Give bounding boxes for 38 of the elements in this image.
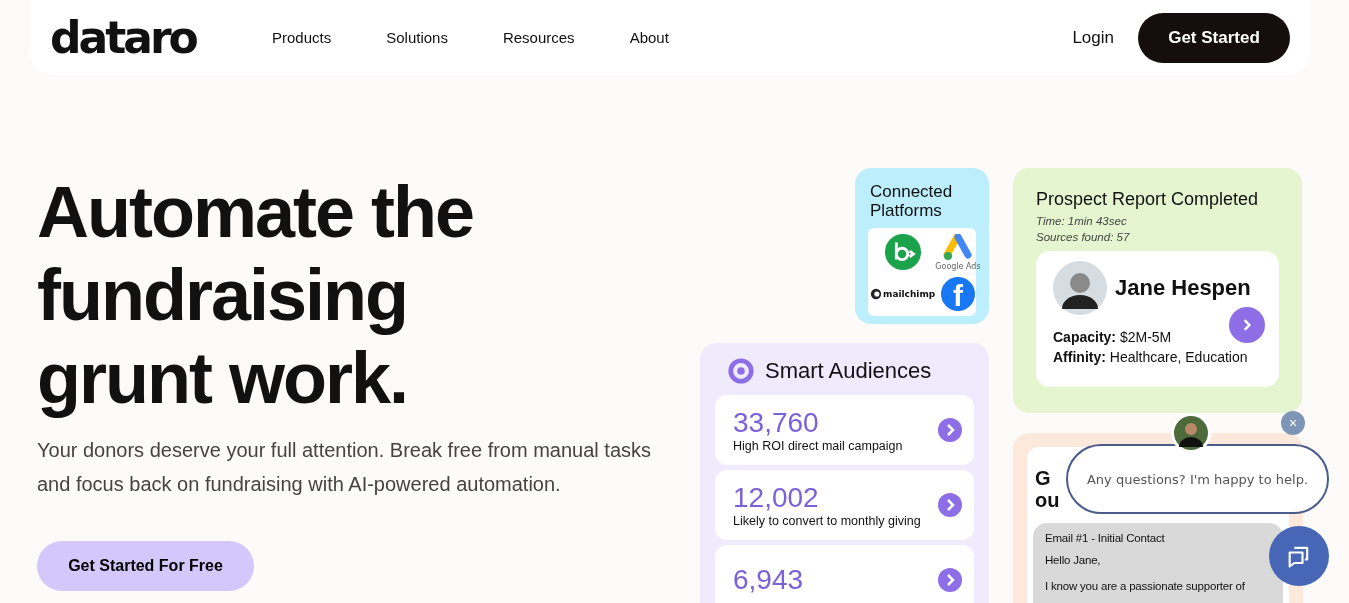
card-title: ou: [1035, 489, 1060, 511]
audience-row[interactable]: 6,943: [715, 545, 974, 603]
report-sources: Sources found: 57: [1036, 230, 1131, 245]
card-title: Smart Audiences: [765, 358, 932, 384]
card-title: G: [1035, 467, 1051, 489]
audience-label: High ROI direct mail campaign: [733, 439, 904, 453]
get-started-free-button[interactable]: Get Started For Free: [37, 541, 254, 591]
audience-count: 33,760: [733, 407, 820, 439]
logo-caption: Google Ads: [935, 261, 981, 271]
hero-heading: Automate the: [37, 171, 475, 254]
logo-wordmark: mailchimp: [883, 289, 936, 299]
audience-count: 6,943: [733, 564, 805, 596]
report-time: Time: 1min 43sec: [1036, 214, 1128, 229]
audience-label: Likely to convert to monthly giving: [733, 514, 922, 528]
nav-link[interactable]: About: [629, 29, 669, 46]
prospect-detail: Affinity: Healthcare, Education: [1053, 348, 1249, 367]
email-subject: Email #1 - Initial Contact: [1045, 531, 1166, 545]
card-title: Prospect Report Completed: [1036, 189, 1260, 210]
audience-count: 12,002: [733, 482, 820, 514]
login-link[interactable]: Login: [1072, 27, 1114, 48]
card-title: Connected Platforms: [870, 182, 954, 220]
nav-link[interactable]: Solutions: [386, 29, 448, 46]
hero-heading: fundraising: [37, 254, 408, 337]
chat-bubble[interactable]: Any questions? I'm happy to help.: [1066, 444, 1329, 514]
nav-link[interactable]: Products: [272, 29, 332, 46]
get-started-button[interactable]: Get Started: [1138, 12, 1290, 63]
hero-subtitle: Your donors deserve your full attention. Break free from manual tasks and focus back on fundraising with AI-powered automation.: [37, 438, 653, 497]
nav-link[interactable]: Resources: [502, 29, 575, 46]
hero-heading: grunt work.: [37, 337, 408, 420]
email-body: I know you are a passionate supporter of: [1045, 579, 1246, 594]
prospect-detail: Capacity: $2M-5M: [1053, 328, 1173, 347]
logo[interactable]: dataro: [50, 15, 250, 60]
prospect-name: Jane Hespen: [1115, 275, 1251, 301]
audience-row[interactable]: 12,002 Likely to convert to monthly giving: [715, 470, 974, 540]
audience-row[interactable]: 33,760 High ROI direct mail campaign: [715, 395, 974, 465]
chat-message: Any questions? I'm happy to help.: [1086, 471, 1309, 487]
f-logo-icon: f: [940, 277, 975, 311]
email-greeting: Hello Jane,: [1045, 553, 1102, 568]
